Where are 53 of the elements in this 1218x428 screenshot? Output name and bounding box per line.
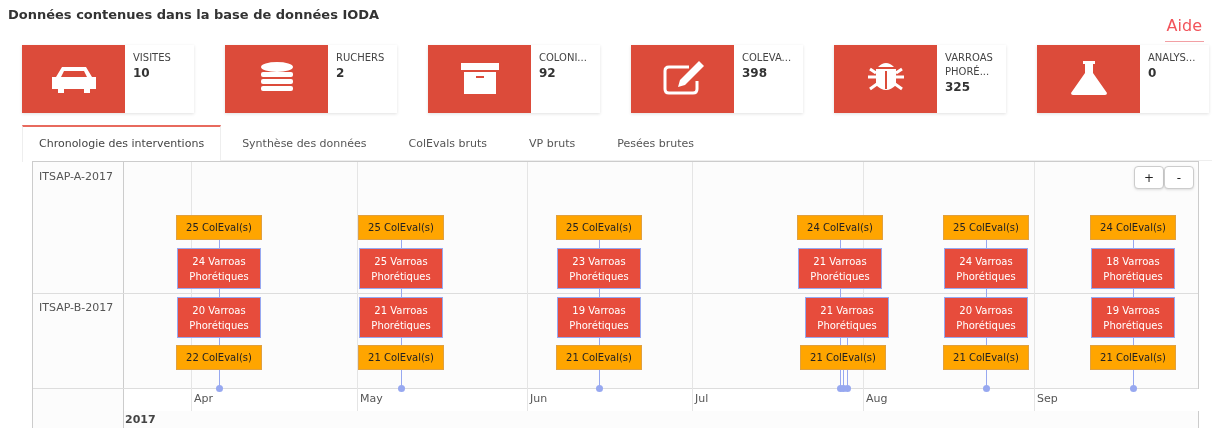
varroa-item[interactable]: 21 Varroas Phorétiques [359,297,443,338]
zoom-out-button[interactable]: - [1164,166,1194,189]
varroa-item[interactable]: 21 Varroas Phorétiques [798,248,882,289]
stat-value: 398 [742,65,769,81]
stat-value: 2 [336,65,346,81]
tab[interactable]: ColEvals bruts [387,125,509,161]
coleval-item[interactable]: 22 ColEval(s) [176,345,262,370]
zoom-in-button[interactable]: + [1134,166,1164,189]
varroa-item[interactable]: 19 Varroas Phorétiques [557,297,641,338]
stat-label: COLEVA... [742,51,793,65]
tab[interactable]: VP bruts [508,125,597,161]
coleval-item[interactable]: 25 ColEval(s) [943,215,1029,240]
varroa-item[interactable]: 20 Varroas Phorétiques [177,297,261,338]
month-label: May [360,391,383,407]
varroa-item[interactable]: 24 Varroas Phorétiques [944,248,1028,289]
varroa-item[interactable]: 20 Varroas Phorétiques [944,297,1028,338]
group-label: ITSAP-B-2017 [39,300,114,316]
coleval-item[interactable]: 25 ColEval(s) [556,215,642,240]
month-label: Jun [530,391,548,407]
year-label: 2017 [125,412,156,428]
varroa-item[interactable]: 23 Varroas Phorétiques [557,248,641,289]
stat-label: ANALYS... [1148,51,1197,65]
coleval-item[interactable]: 25 ColEval(s) [358,215,444,240]
tab[interactable]: Synthèse des données [221,125,388,161]
coleval-item[interactable]: 21 ColEval(s) [943,345,1029,370]
coleval-item[interactable]: 21 ColEval(s) [358,345,444,370]
group-label: ITSAP-A-2017 [39,169,114,185]
coleval-item[interactable]: 21 ColEval(s) [556,345,642,370]
tab[interactable]: Pesées brutes [596,125,715,161]
coleval-item[interactable]: 25 ColEval(s) [176,215,262,240]
varroa-item[interactable]: 25 Varroas Phorétiques [359,248,443,289]
page-title: Données contenues dans la base de données IODA [8,6,380,24]
coleval-item[interactable]: 21 ColEval(s) [1090,345,1176,370]
month-label: Aug [866,391,888,407]
varroa-item[interactable]: 21 Varroas Phorétiques [805,297,889,338]
stat-label: RUCHERS [336,51,386,65]
stat-value: 92 [539,65,557,81]
coleval-item[interactable]: 21 ColEval(s) [800,345,886,370]
stat-value: 10 [133,65,151,81]
month-label: Apr [194,391,214,407]
month-label: Jul [695,391,709,407]
stat-label: VARROAS PHORÉ... [945,51,994,79]
month-label: Sep [1037,391,1058,407]
tab[interactable]: Chronologie des interventions [22,125,222,162]
varroa-item[interactable]: 24 Varroas Phorétiques [177,248,261,289]
stat-value: 325 [945,79,972,95]
varroa-item[interactable]: 19 Varroas Phorétiques [1091,297,1175,338]
stat-value: 0 [1148,65,1158,81]
stat-label: VISITES [133,51,172,65]
varroa-item[interactable]: 18 Varroas Phorétiques [1091,248,1175,289]
stat-label: COLONI... [539,51,588,65]
coleval-item[interactable]: 24 ColEval(s) [797,215,883,240]
coleval-item[interactable]: 24 ColEval(s) [1090,215,1176,240]
